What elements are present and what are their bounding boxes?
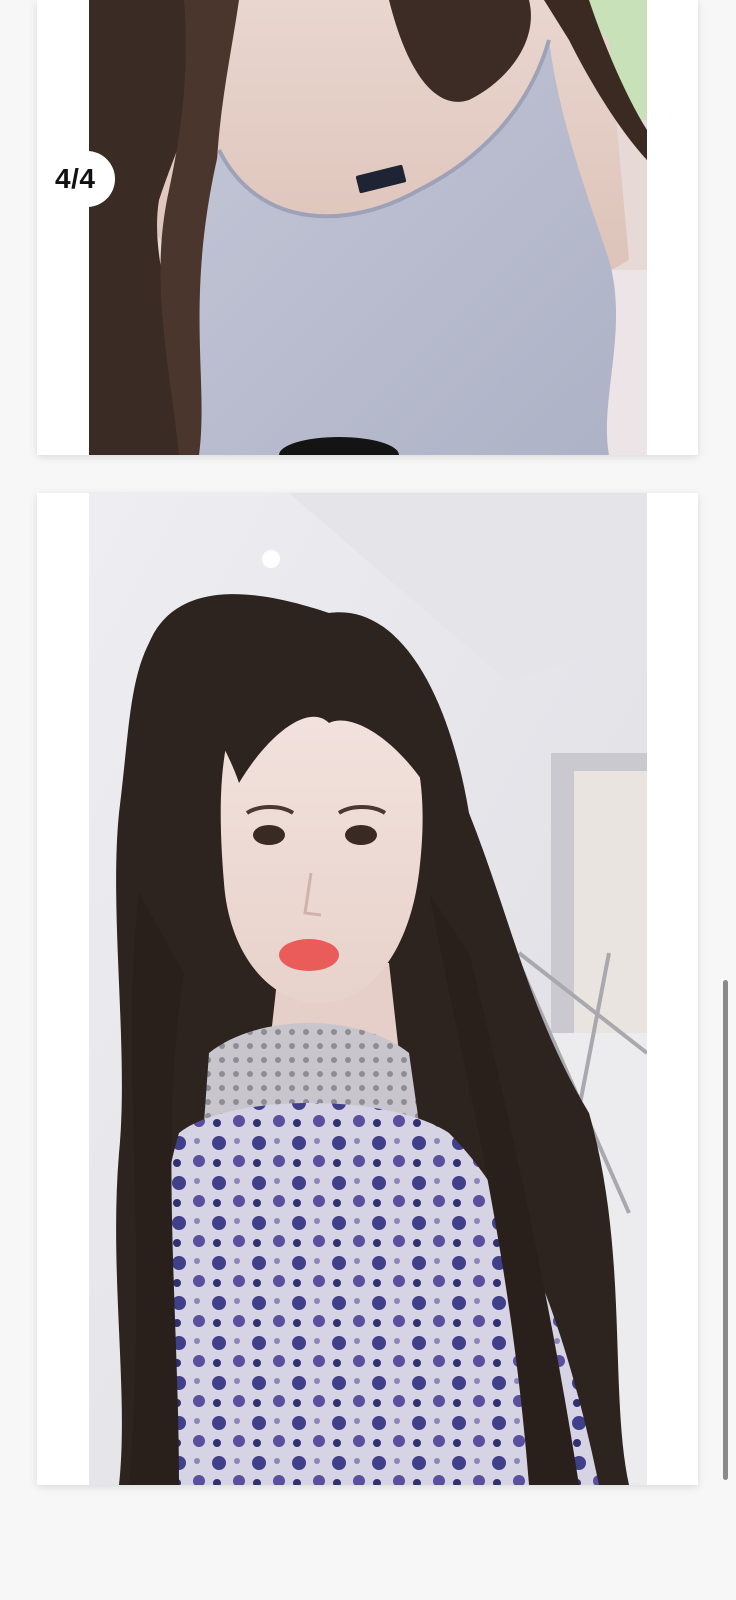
gallery-photo[interactable] xyxy=(89,0,647,455)
gallery-photo[interactable] xyxy=(89,493,647,1485)
photo-gallery-page: 4/4 xyxy=(0,0,736,1600)
photo-card[interactable] xyxy=(37,0,698,455)
photo-card[interactable] xyxy=(37,493,698,1485)
photo-counter-badge: 4/4 xyxy=(37,151,116,207)
scrollbar[interactable] xyxy=(723,980,728,1480)
